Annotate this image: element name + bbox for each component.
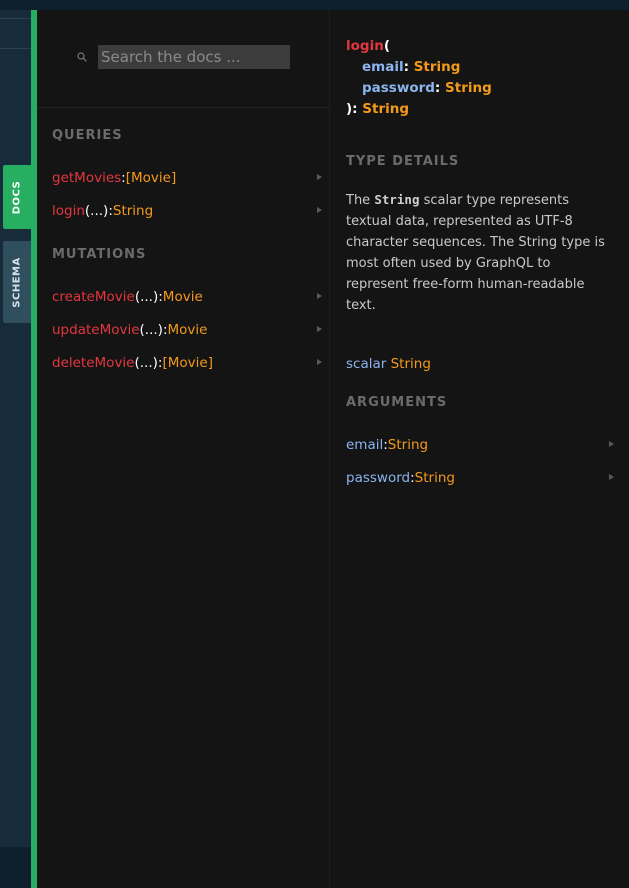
scalar-definition: scalar String	[346, 356, 431, 372]
top-strip	[0, 0, 629, 10]
divider	[0, 18, 32, 19]
divider	[0, 48, 32, 49]
field-name: updateMovie	[52, 322, 140, 338]
field-name: login	[52, 203, 85, 219]
signature-close-paren: ):	[346, 101, 363, 117]
field-type[interactable]: Movie	[168, 322, 208, 338]
argument-email[interactable]: email: String	[346, 435, 614, 455]
scalar-keyword: scalar	[346, 356, 387, 372]
field-name: deleteMovie	[52, 355, 135, 371]
field-type[interactable]: String	[113, 203, 153, 219]
arg-name: email	[346, 437, 384, 453]
field-name: createMovie	[52, 289, 135, 305]
code-inline: String	[374, 192, 420, 207]
queries-title: QUERIES	[52, 128, 123, 143]
field-name: getMovies	[52, 170, 122, 186]
arg-type[interactable]: String	[388, 437, 428, 453]
search-input[interactable]	[98, 45, 290, 69]
field-args: (...)	[84, 203, 109, 219]
chevron-right-icon	[317, 174, 322, 180]
argument-password[interactable]: password: String	[346, 468, 614, 488]
chevron-right-icon	[609, 441, 614, 447]
chevron-right-icon	[317, 207, 322, 213]
chevron-right-icon	[317, 359, 322, 365]
type-description: The String scalar type represents textua…	[346, 192, 605, 313]
mutation-field-updatemovie[interactable]: updateMovie (...): Movie	[52, 320, 322, 340]
signature-arg-name: password	[362, 80, 435, 96]
tab-schema[interactable]: SCHEMA	[3, 241, 31, 323]
arg-name: password	[346, 470, 411, 486]
type-details-title: TYPE DETAILS	[346, 154, 460, 169]
signature-name: login	[346, 38, 384, 54]
editor-strip	[0, 0, 32, 888]
signature-open-paren: (	[383, 38, 390, 54]
search-icon	[77, 52, 87, 62]
signature-arg-type[interactable]: String	[445, 80, 492, 96]
signature-return-type[interactable]: String	[362, 101, 409, 117]
editor-footer	[0, 847, 32, 888]
field-signature: login( email: String password: String ):…	[346, 38, 492, 117]
field-detail: login( email: String password: String ):…	[331, 10, 629, 888]
mutations-title: MUTATIONS	[52, 247, 147, 262]
field-type[interactable]: [Movie]	[126, 170, 177, 186]
signature-arg-name: email	[362, 59, 404, 75]
query-field-login[interactable]: login (...): String	[52, 201, 322, 221]
doc-explorer-list: QUERIES getMovies: [Movie] login(...): S…	[37, 10, 330, 888]
field-type[interactable]: Movie	[163, 289, 203, 305]
arg-type[interactable]: String	[415, 470, 455, 486]
chevron-right-icon	[609, 474, 614, 480]
query-field-getmovies[interactable]: getMovies: [Movie]	[52, 168, 322, 188]
tab-schema-label: SCHEMA	[11, 256, 23, 308]
tab-docs-label: DOCS	[11, 180, 23, 214]
field-type[interactable]: [Movie]	[162, 355, 213, 371]
signature-arg-type[interactable]: String	[414, 59, 461, 75]
chevron-right-icon	[317, 293, 322, 299]
arguments-title: ARGUMENTS	[346, 395, 448, 410]
chevron-right-icon	[317, 326, 322, 332]
mutation-field-createmovie[interactable]: createMovie (...): Movie	[52, 287, 322, 307]
mutation-field-deletemovie[interactable]: deleteMovie (...): [Movie]	[52, 353, 322, 373]
field-args: (...)	[139, 322, 163, 338]
scalar-type: String	[390, 356, 431, 372]
tab-docs[interactable]: DOCS	[3, 165, 31, 229]
search-bar	[37, 10, 330, 108]
field-args: (...)	[134, 289, 159, 305]
field-args: (...)	[134, 355, 158, 371]
